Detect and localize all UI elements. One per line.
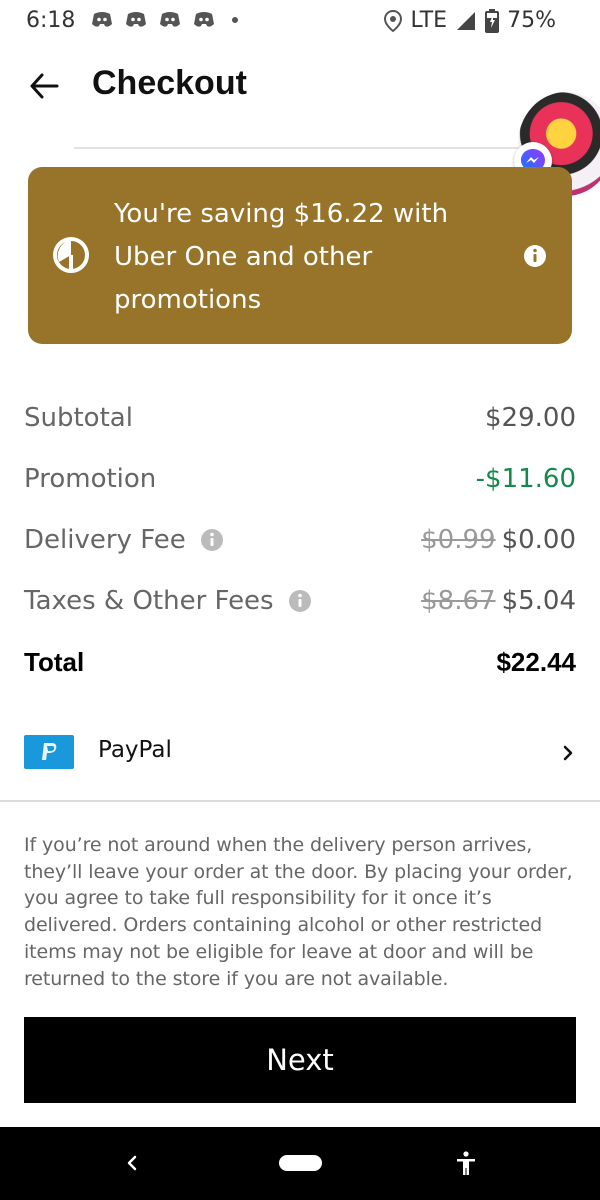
battery-level: 75%: [507, 8, 556, 33]
notification-icons: [90, 10, 238, 30]
status-right: LTE 75%: [383, 8, 556, 33]
subtotal-row: Subtotal $29.00: [24, 398, 576, 438]
section-divider: [0, 800, 600, 802]
status-time: 6:18: [26, 8, 76, 33]
taxes-original: $8.67: [421, 586, 496, 616]
delivery-fee-value-group: $0.99 $0.00: [421, 525, 576, 555]
leave-at-door-disclaimer: If you’re not around when the delivery p…: [24, 834, 573, 990]
discord-icon: [126, 12, 146, 27]
taxes-value: $5.04: [501, 586, 576, 616]
network-type: LTE: [410, 8, 448, 33]
accessibility-icon[interactable]: [452, 1149, 480, 1177]
delivery-fee-original: $0.99: [421, 525, 496, 555]
total-row: Total $22.44: [24, 642, 576, 682]
nav-back-icon[interactable]: [118, 1149, 146, 1177]
taxes-row: Taxes & Other Fees $8.67 $5.04: [24, 581, 576, 621]
delivery-fee-label-group: Delivery Fee: [24, 525, 224, 555]
battery-icon: [485, 8, 500, 33]
location-icon: [383, 9, 402, 32]
payment-method-row[interactable]: PayPal: [0, 715, 600, 791]
info-icon[interactable]: [523, 244, 547, 268]
more-notifications-dot: [232, 17, 238, 23]
chevron-right-icon: [563, 745, 573, 761]
nav-home-pill[interactable]: [279, 1155, 322, 1171]
subtotal-label: Subtotal: [24, 403, 133, 433]
info-icon[interactable]: [288, 589, 312, 613]
discord-icon: [194, 12, 214, 27]
delivery-fee-row: Delivery Fee $0.99 $0.00: [24, 520, 576, 560]
navigation-bar: [0, 1127, 600, 1200]
savings-text: You're saving $16.22 with Uber One and o…: [114, 199, 449, 315]
discord-icon: [92, 12, 112, 27]
delivery-fee-value: $0.00: [501, 525, 576, 555]
taxes-label-group: Taxes & Other Fees: [24, 586, 312, 616]
promotion-value: -$11.60: [475, 464, 576, 494]
total-value: $22.44: [496, 646, 576, 677]
back-button[interactable]: [22, 66, 66, 106]
taxes-value-group: $8.67 $5.04: [421, 586, 576, 616]
info-icon[interactable]: [200, 528, 224, 552]
signal-icon: [457, 11, 476, 30]
header-divider: [74, 147, 544, 149]
promotion-label: Promotion: [24, 464, 157, 494]
next-button[interactable]: Next: [24, 1017, 576, 1103]
total-label: Total: [24, 646, 85, 677]
paypal-icon: [24, 735, 74, 769]
discord-icon: [160, 12, 180, 27]
taxes-label: Taxes & Other Fees: [24, 586, 274, 616]
arrow-left-icon: [30, 73, 59, 99]
page-title: Checkout: [92, 64, 247, 102]
savings-banner[interactable]: You're saving $16.22 with Uber One and o…: [28, 167, 572, 344]
payment-method-label: PayPal: [98, 737, 172, 763]
promotion-row: Promotion -$11.60: [24, 459, 576, 499]
uber-one-icon: [53, 237, 89, 273]
subtotal-value: $29.00: [485, 403, 576, 433]
status-bar: 6:18 LTE 75%: [0, 0, 600, 44]
delivery-fee-label: Delivery Fee: [24, 525, 186, 555]
